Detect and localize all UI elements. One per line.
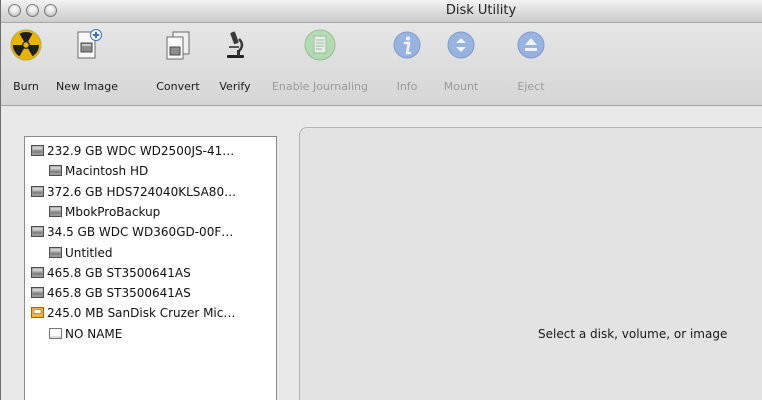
detail-pane: Select a disk, volume, or image xyxy=(299,127,762,400)
disk-utility-window: Disk Utility Burn New Image Convert Veri… xyxy=(0,0,762,400)
volume-item[interactable]: Untitled xyxy=(25,243,276,263)
eject-icon xyxy=(517,31,545,59)
verify-label: Verify xyxy=(219,80,251,93)
list-item-label: 245.0 MB SanDisk Cruzer Mic… xyxy=(47,306,236,321)
microscope-icon xyxy=(227,31,244,58)
detail-placeholder-text: Select a disk, volume, or image xyxy=(538,327,728,341)
list-item-label: 34.5 GB WDC WD360GD-00F… xyxy=(47,225,234,240)
new-image-icon xyxy=(77,29,102,59)
volume-item[interactable]: Macintosh HD xyxy=(25,161,276,181)
enable-journaling-button[interactable]: Enable Journaling xyxy=(260,23,380,105)
disk-list[interactable]: 232.9 GB WDC WD2500JS-41… Macintosh HD 372… xyxy=(24,136,277,400)
disk-item[interactable]: 465.8 GB ST3500641AS xyxy=(25,263,276,283)
usb-drive-icon xyxy=(31,307,44,319)
burn-label: Burn xyxy=(13,80,39,93)
eject-button[interactable]: Eject xyxy=(511,23,551,105)
list-item-label: 372.6 GB HDS724040KLSA80… xyxy=(47,184,237,199)
disk-item[interactable]: 232.9 GB WDC WD2500JS-41… xyxy=(25,141,276,161)
volume-icon xyxy=(49,327,62,339)
convert-button[interactable]: Convert xyxy=(151,23,205,105)
list-item-label: NO NAME xyxy=(65,326,123,341)
list-item-label: 465.8 GB ST3500641AS xyxy=(47,286,191,301)
list-item-label: 465.8 GB ST3500641AS xyxy=(47,265,191,280)
disk-item[interactable]: 245.0 MB SanDisk Cruzer Mic… xyxy=(25,303,276,323)
burn-button[interactable]: Burn xyxy=(1,23,51,105)
info-button[interactable]: Info xyxy=(387,23,427,105)
burn-icon xyxy=(10,29,42,61)
hard-disk-icon xyxy=(49,165,62,177)
hard-disk-icon xyxy=(31,226,44,238)
new-image-button[interactable]: New Image xyxy=(47,23,127,105)
hard-disk-icon xyxy=(31,287,44,299)
disk-item[interactable]: 372.6 GB HDS724040KLSA80… xyxy=(25,182,276,202)
hard-disk-icon xyxy=(31,266,44,278)
disk-item[interactable]: 34.5 GB WDC WD360GD-00F… xyxy=(25,222,276,242)
mount-icon xyxy=(447,31,475,59)
new-image-label: New Image xyxy=(56,80,118,93)
window-title: Disk Utility xyxy=(445,3,517,18)
list-item-label: Macintosh HD xyxy=(65,164,149,179)
mount-label: Mount xyxy=(443,80,479,93)
eject-label: Eject xyxy=(517,80,545,93)
verify-button[interactable]: Verify xyxy=(215,23,255,105)
toolbar: Burn New Image Convert Verify Enable Jou… xyxy=(1,23,762,106)
convert-label: Convert xyxy=(156,80,200,93)
info-label: Info xyxy=(396,80,418,93)
zoom-window-button[interactable] xyxy=(44,4,57,17)
journaling-icon xyxy=(304,29,336,61)
close-window-button[interactable] xyxy=(8,4,21,17)
list-item-label: Untitled xyxy=(65,245,113,260)
title-bar[interactable]: Disk Utility xyxy=(1,0,762,23)
mount-button[interactable]: Mount xyxy=(438,23,484,105)
convert-icon xyxy=(166,31,190,60)
hard-disk-icon xyxy=(31,145,44,156)
hard-disk-icon xyxy=(49,246,62,258)
main-area: 232.9 GB WDC WD2500JS-41… Macintosh HD 372… xyxy=(1,106,762,400)
list-item-label: MbokProBackup xyxy=(65,204,161,219)
list-item-label: 232.9 GB WDC WD2500JS-41… xyxy=(47,144,235,158)
enable-journaling-label: Enable Journaling xyxy=(271,80,369,93)
volume-item[interactable]: MbokProBackup xyxy=(25,202,276,222)
minimize-window-button[interactable] xyxy=(26,4,39,17)
hard-disk-icon xyxy=(49,205,62,217)
info-icon xyxy=(393,31,421,59)
disk-item[interactable]: 465.8 GB ST3500641AS xyxy=(25,283,276,303)
volume-item[interactable]: NO NAME xyxy=(25,324,276,344)
hard-disk-icon xyxy=(31,185,44,197)
